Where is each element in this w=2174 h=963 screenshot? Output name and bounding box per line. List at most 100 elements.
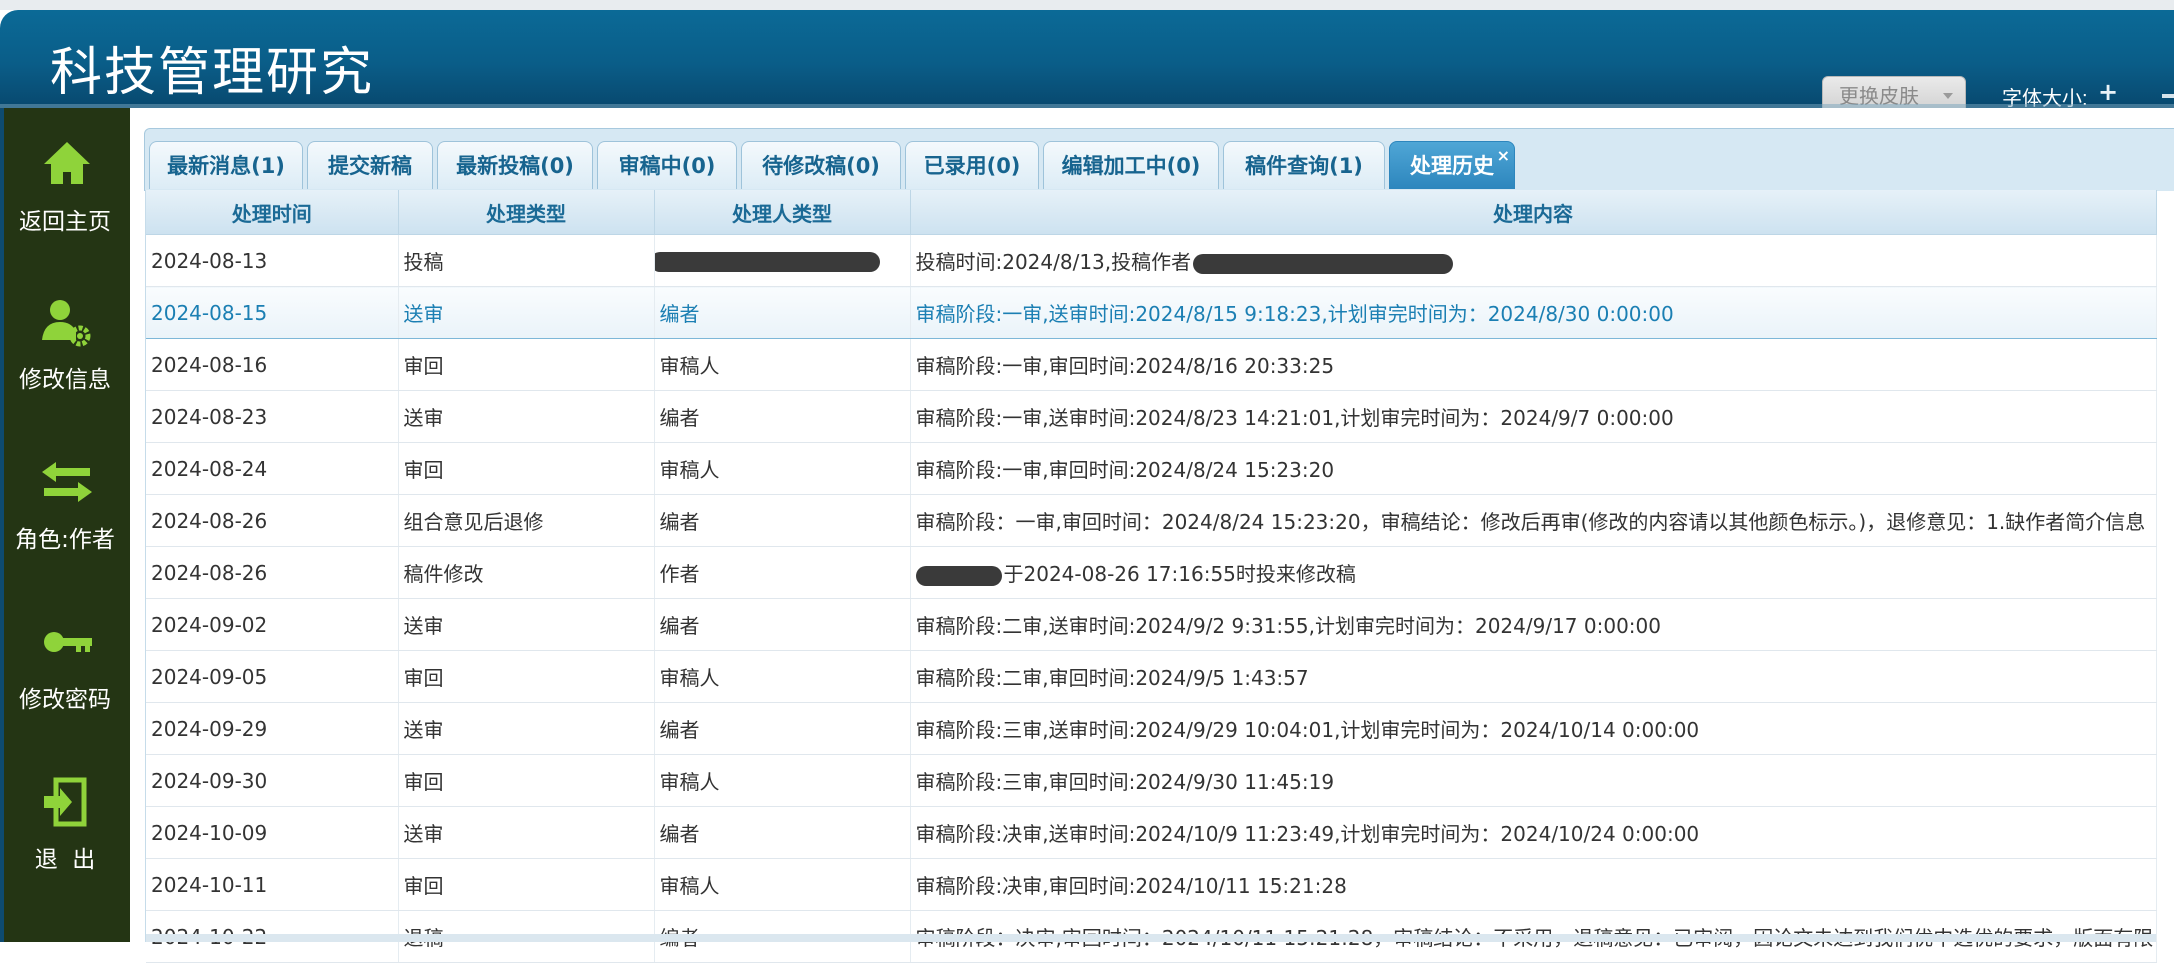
table-row[interactable]: 2024-08-15 送审 编者 审稿阶段:一审,送审时间:2024/8/15 9:1…: [146, 286, 2157, 339]
sidebar-item-edit-info[interactable]: 修改信息: [0, 296, 130, 416]
sidebar-item-label: 退 出: [34, 847, 96, 873]
table-row[interactable]: 2024-09-05 审回 审稿人 审稿阶段:二审,审回时间:2024/9/5 1:4…: [146, 650, 2157, 703]
tab-accepted[interactable]: 已录用(0): [905, 141, 1039, 189]
redacted-text: [1193, 253, 1454, 274]
tab-manuscript-query[interactable]: 稿件查询(1): [1223, 141, 1385, 189]
window-top-strip: [0, 0, 2174, 10]
column-header[interactable]: 处理时间: [146, 190, 399, 235]
history-table-container: 处理时间 处理类型 处理人类型 处理内容 2024-08-13 投稿 投稿时间:20…: [145, 190, 2157, 963]
cell-handler-type: 编者: [654, 494, 911, 547]
tab-editing[interactable]: 编辑加工中(0): [1043, 141, 1219, 189]
close-icon[interactable]: ×: [1497, 132, 1510, 180]
key-icon: [44, 632, 92, 652]
home-icon: [44, 142, 90, 184]
horizontal-scrollbar[interactable]: [146, 934, 2156, 942]
cell-time: 2024-09-29: [146, 702, 399, 755]
cell-time: 2024-08-23: [146, 390, 399, 443]
cell-time: 2024-08-15: [146, 286, 399, 339]
table-row[interactable]: 2024-09-02 送审 编者 审稿阶段:二审,送审时间:2024/9/2 9:31…: [146, 598, 2157, 651]
tab-latest-submissions[interactable]: 最新投稿(0): [437, 141, 593, 189]
cell-type: 送审: [398, 390, 655, 443]
history-table: 处理时间 处理类型 处理人类型 处理内容 2024-08-13 投稿 投稿时间:20…: [146, 190, 2157, 963]
sidebar-item-label: 修改密码: [19, 687, 111, 713]
font-increase-icon[interactable]: +: [2098, 78, 2118, 106]
cell-type: 送审: [398, 286, 655, 339]
cell-content: 审稿阶段:决审,审回时间:2024/10/11 15:21:28: [910, 858, 2157, 911]
tab-processing-history[interactable]: 处理历史 ×: [1389, 141, 1515, 189]
sidebar-item-change-password[interactable]: 修改密码: [0, 616, 130, 736]
table-row[interactable]: 2024-10-11 审回 审稿人 审稿阶段:决审,审回时间:2024/10/11 1…: [146, 858, 2157, 911]
table-row[interactable]: 2024-08-16 审回 审稿人 审稿阶段:一审,审回时间:2024/8/16 20…: [146, 338, 2157, 391]
cell-content: 审稿阶段:决审,送审时间:2024/10/9 11:23:49,计划审完时间为：…: [910, 806, 2157, 859]
cell-type: 审回: [398, 338, 655, 391]
tab-latest-messages[interactable]: 最新消息(1): [149, 141, 303, 189]
cell-handler-type: 审稿人: [654, 338, 911, 391]
table-header-row: 处理时间 处理类型 处理人类型 处理内容: [146, 190, 2157, 235]
cell-time: 2024-08-16: [146, 338, 399, 391]
redacted-text: [915, 565, 1002, 586]
cell-type: 审回: [398, 442, 655, 495]
cell-content: 于2024-08-26 17:16:55时投来修改稿: [910, 546, 2157, 599]
tab-label: 处理历史: [1410, 154, 1494, 178]
cell-handler-type: 作者: [654, 546, 911, 599]
main-panel: 最新消息(1) 提交新稿 最新投稿(0) 审稿中(0) 待修改稿(0) 已录用(…: [130, 108, 2174, 963]
cell-handler-type: 编者: [654, 702, 911, 755]
cell-content: 审稿阶段:一审,送审时间:2024/8/23 14:21:01,计划审完时间为：…: [910, 390, 2157, 443]
cell-time: 2024-10-09: [146, 806, 399, 859]
cell-handler-type: 编者: [654, 598, 911, 651]
cell-handler-type: 审稿人: [654, 754, 911, 807]
cell-content: 审稿阶段：一审,审回时间：2024/8/24 15:23:20，审稿结论：修改后…: [910, 494, 2157, 547]
cell-time: 2024-09-02: [146, 598, 399, 651]
cell-type: 稿件修改: [398, 546, 655, 599]
tab-under-review[interactable]: 审稿中(0): [597, 141, 737, 189]
cell-type: 审回: [398, 858, 655, 911]
cell-time: 2024-08-26: [146, 494, 399, 547]
cell-content: 审稿阶段:一审,审回时间:2024/8/24 15:23:20: [910, 442, 2157, 495]
column-header[interactable]: 处理内容: [910, 190, 2157, 235]
sidebar-item-label: 修改信息: [19, 367, 111, 393]
cell-type: 送审: [398, 598, 655, 651]
sidebar-item-home[interactable]: 返回主页: [0, 138, 130, 258]
cell-content: 审稿阶段:二审,审回时间:2024/9/5 1:43:57: [910, 650, 2157, 703]
cell-time: 2024-08-26: [146, 546, 399, 599]
table-row[interactable]: 2024-08-24 审回 审稿人 审稿阶段:一审,审回时间:2024/8/24 15…: [146, 442, 2157, 495]
tab-submit-new[interactable]: 提交新稿: [307, 141, 433, 189]
swap-arrows-icon: [42, 462, 92, 502]
logout-icon: [44, 777, 87, 827]
cell-type: 投稿: [398, 234, 655, 287]
column-header[interactable]: 处理人类型: [654, 190, 911, 235]
sidebar-item-label: 返回主页: [19, 209, 111, 235]
cell-time: 2024-10-11: [146, 858, 399, 911]
font-decrease-icon[interactable]: [2162, 94, 2174, 98]
cell-content: 审稿阶段:三审,送审时间:2024/9/29 10:04:01,计划审完时间为：…: [910, 702, 2157, 755]
column-header[interactable]: 处理类型: [398, 190, 655, 235]
cell-handler-type: 编者: [654, 806, 911, 859]
cell-content: 审稿阶段:二审,送审时间:2024/9/2 9:31:55,计划审完时间为：20…: [910, 598, 2157, 651]
table-row[interactable]: 2024-08-26 组合意见后退修 编者 审稿阶段：一审,审回时间：2024/8/2…: [146, 494, 2157, 547]
table-row[interactable]: 2024-10-09 送审 编者 审稿阶段:决审,送审时间:2024/10/9 11:…: [146, 806, 2157, 859]
sidebar-item-role[interactable]: 角色:作者: [0, 456, 130, 576]
sidebar-item-logout[interactable]: 退 出: [0, 776, 130, 896]
table-row[interactable]: 2024-08-13 投稿 投稿时间:2024/8/13,投稿作者: [146, 234, 2157, 287]
cell-type: 审回: [398, 754, 655, 807]
cell-content: 审稿阶段:三审,审回时间:2024/9/30 11:45:19: [910, 754, 2157, 807]
cell-time: 2024-09-30: [146, 754, 399, 807]
cell-time: 2024-08-24: [146, 442, 399, 495]
tab-pending-revision[interactable]: 待修改稿(0): [741, 141, 901, 189]
redacted-text: [654, 252, 880, 272]
chevron-down-icon: [1943, 93, 1953, 99]
cell-content: 投稿时间:2024/8/13,投稿作者: [910, 234, 2157, 287]
tab-bar: 最新消息(1) 提交新稿 最新投稿(0) 审稿中(0) 待修改稿(0) 已录用(…: [144, 128, 2174, 191]
table-row[interactable]: 2024-09-30 审回 审稿人 审稿阶段:三审,审回时间:2024/9/30 11…: [146, 754, 2157, 807]
sidebar-item-label: 角色:作者: [15, 527, 115, 553]
table-row[interactable]: 2024-08-26 稿件修改 作者 于2024-08-26 17:16:55时投来修…: [146, 546, 2157, 599]
cell-time: 2024-09-05: [146, 650, 399, 703]
table-row[interactable]: 2024-08-23 送审 编者 审稿阶段:一审,送审时间:2024/8/23 14:…: [146, 390, 2157, 443]
cell-handler-type: 审稿人: [654, 650, 911, 703]
sidebar: 返回主页 修改信息 角色:作者 修改密码 退 出: [0, 108, 130, 942]
cell-content: 审稿阶段:一审,审回时间:2024/8/16 20:33:25: [910, 338, 2157, 391]
table-row[interactable]: 2024-09-29 送审 编者 审稿阶段:三审,送审时间:2024/9/29 10:…: [146, 702, 2157, 755]
cell-type: 组合意见后退修: [398, 494, 655, 547]
user-settings-icon: [42, 300, 91, 347]
app-title: 科技管理研究: [50, 43, 375, 103]
